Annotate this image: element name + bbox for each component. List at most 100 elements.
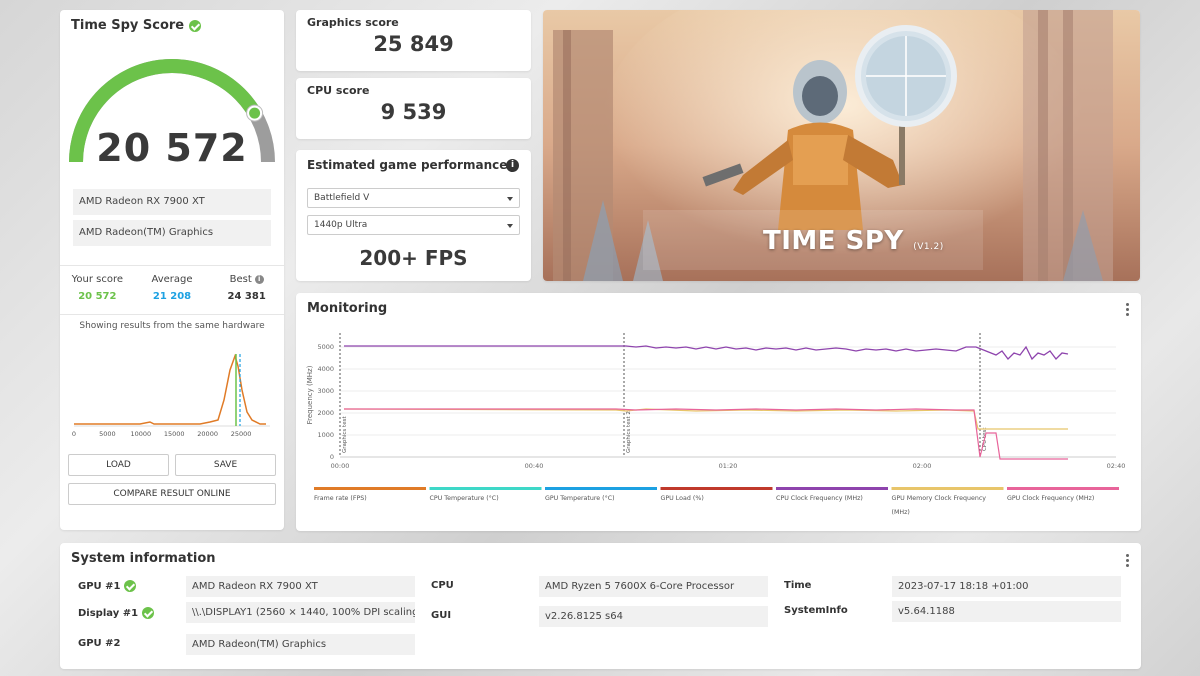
marker-graphics-test: Graphics test xyxy=(342,416,348,453)
average-stat: Average 21 208 xyxy=(135,266,210,314)
legend-swatch[interactable] xyxy=(545,487,657,490)
system-info-card: System information GPU #1 AMD Radeon RX … xyxy=(60,543,1141,669)
y-tick: 2000 xyxy=(317,409,334,417)
estimated-fps: 200+ FPS xyxy=(359,246,468,270)
legend-label[interactable]: CPU Clock Frequency (MHz) xyxy=(776,495,863,502)
time-value: 2023-07-17 18:18 +01:00 xyxy=(892,576,1121,597)
legend-swatch[interactable] xyxy=(314,487,426,490)
your-score-stat: Your score 20 572 xyxy=(60,266,135,314)
display1-label: Display #1 xyxy=(78,607,155,619)
cpu-value: AMD Ryzen 5 7600X 6-Core Processor xyxy=(539,576,768,597)
best-stat: Best i 24 381 xyxy=(209,266,284,314)
game-performance-title: Estimated game performance xyxy=(307,158,508,172)
legend-swatch[interactable] xyxy=(776,487,888,490)
best-label-text: Best xyxy=(229,274,252,285)
hero-title-text: TIME SPY xyxy=(763,226,904,256)
total-score: 20 572 xyxy=(96,126,248,170)
x-tick: 00:40 xyxy=(525,462,544,470)
graphics-score-value: 25 849 xyxy=(373,32,454,56)
y-tick: 1000 xyxy=(317,431,334,439)
gui-label: GUI xyxy=(431,610,452,621)
marker-graphics-test-2: Graphics test 2 xyxy=(626,411,632,453)
legend-swatch[interactable] xyxy=(891,487,1004,490)
legend-label[interactable]: GPU Memory Clock Frequency (MHz) xyxy=(892,495,987,516)
distribution-tick: 0 xyxy=(72,430,76,438)
gpu1-label-text: GPU #1 xyxy=(78,580,121,592)
score-distribution-chart: 0 5000 10000 15000 20000 25000 xyxy=(72,353,270,438)
legend-swatch[interactable] xyxy=(429,487,542,490)
compare-online-button[interactable]: COMPARE RESULT ONLINE xyxy=(68,483,276,505)
same-hardware-note: Showing results from the same hardware xyxy=(79,321,265,331)
gpu2-label-text: GPU #2 xyxy=(78,638,121,649)
monitoring-card: Monitoring Frequency (MHz) 0 1000 2000 3… xyxy=(296,293,1141,531)
score-title: Time Spy Score xyxy=(71,18,202,33)
gpu1-label: GPU #1 xyxy=(78,580,137,592)
game-performance-card: Estimated game performance i Battlefield… xyxy=(296,150,531,281)
preset-select-value: 1440p Ultra xyxy=(314,220,368,230)
check-icon xyxy=(124,580,137,592)
legend-label[interactable]: GPU Clock Frequency (MHz) xyxy=(1007,495,1094,502)
graphics-score-card: Graphics score 25 849 xyxy=(296,10,531,71)
check-icon xyxy=(142,607,155,619)
your-score-label: Your score xyxy=(71,274,124,285)
gpu2-label: GPU #2 xyxy=(78,638,120,649)
y-axis-label: Frequency (MHz) xyxy=(306,365,314,424)
x-tick: 02:40 xyxy=(1107,462,1126,470)
time-label: Time xyxy=(784,580,812,591)
save-button[interactable]: SAVE xyxy=(175,454,276,476)
average-value: 21 208 xyxy=(152,291,192,302)
graphics-score-label: Graphics score xyxy=(307,16,399,29)
systeminfo-label: SystemInfo xyxy=(784,605,848,616)
distribution-tick: 15000 xyxy=(164,430,185,438)
y-tick: 5000 xyxy=(317,343,334,351)
x-tick: 01:20 xyxy=(719,462,738,470)
gpu1-value: AMD Radeon RX 7900 XT xyxy=(186,576,415,597)
benchmark-hero-image: TIME SPY (V1.2) xyxy=(543,10,1140,281)
game-select[interactable]: Battlefield V xyxy=(307,188,520,208)
gui-value: v2.26.8125 s64 xyxy=(539,606,768,627)
info-icon[interactable]: i xyxy=(506,159,519,172)
cpu-label: CPU xyxy=(431,580,454,591)
cpu-score-value: 9 539 xyxy=(380,100,447,124)
info-icon[interactable]: i xyxy=(254,275,264,284)
game-select-value: Battlefield V xyxy=(314,193,370,203)
legend-label[interactable]: GPU Load (%) xyxy=(661,495,704,502)
gpu2-value: AMD Radeon(TM) Graphics xyxy=(186,634,415,655)
cpu-score-label: CPU score xyxy=(307,84,370,97)
y-tick: 0 xyxy=(330,453,334,461)
hardware-gpu2: AMD Radeon(TM) Graphics xyxy=(73,220,271,246)
score-stats: Your score 20 572 Average 21 208 Best i … xyxy=(60,265,284,315)
legend-label[interactable]: Frame rate (FPS) xyxy=(314,495,367,502)
systeminfo-value: v5.64.1188 xyxy=(892,601,1121,622)
best-value: 24 381 xyxy=(227,291,266,302)
distribution-tick: 25000 xyxy=(231,430,252,438)
average-label: Average xyxy=(151,274,193,285)
legend-label[interactable]: CPU Temperature (°C) xyxy=(430,494,499,502)
distribution-tick: 5000 xyxy=(99,430,116,438)
monitoring-chart: Frequency (MHz) 0 1000 2000 3000 4000 50… xyxy=(306,333,1126,516)
x-tick: 02:00 xyxy=(913,462,932,470)
chevron-down-icon xyxy=(507,197,513,201)
legend-swatch[interactable] xyxy=(660,487,773,490)
more-options-icon[interactable] xyxy=(1126,554,1130,569)
display1-value: \\.\DISPLAY1 (2560 × 1440, 100% DPI scal… xyxy=(186,602,415,623)
display1-label-text: Display #1 xyxy=(78,607,139,619)
hardware-gpu1: AMD Radeon RX 7900 XT xyxy=(73,189,271,215)
y-tick: 3000 xyxy=(317,387,334,395)
hero-title: TIME SPY (V1.2) xyxy=(763,226,944,256)
best-label: Best i xyxy=(209,274,284,285)
monitoring-title: Monitoring xyxy=(307,301,388,316)
your-score-value: 20 572 xyxy=(78,291,117,302)
more-options-icon[interactable] xyxy=(1126,303,1130,318)
legend-label[interactable]: GPU Temperature (°C) xyxy=(545,494,615,502)
load-button[interactable]: LOAD xyxy=(68,454,169,476)
chevron-down-icon xyxy=(507,224,513,228)
score-card: Time Spy Score 20 572 AMD Radeon RX 7900… xyxy=(60,10,284,530)
cpu-score-card: CPU score 9 539 xyxy=(296,78,531,139)
check-icon xyxy=(189,19,202,32)
y-tick: 4000 xyxy=(317,365,334,373)
system-info-title: System information xyxy=(71,551,216,566)
distribution-tick: 20000 xyxy=(197,430,218,438)
legend-swatch[interactable] xyxy=(1007,487,1119,490)
preset-select[interactable]: 1440p Ultra xyxy=(307,215,520,235)
